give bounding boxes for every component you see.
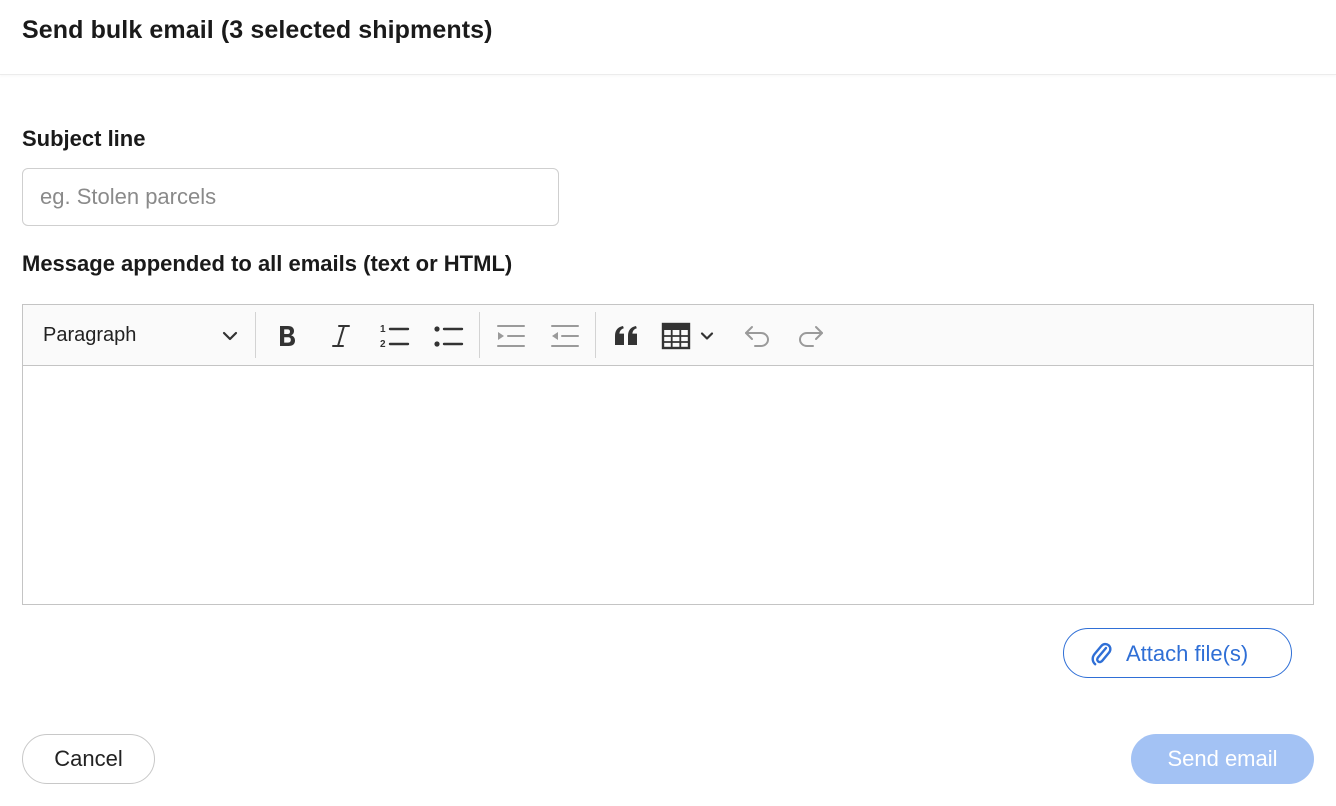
subject-label: Subject line: [22, 126, 146, 151]
table-icon: [661, 322, 691, 350]
increase-indent-button[interactable]: [491, 316, 531, 356]
toolbar-divider: [479, 312, 480, 358]
dialog-header: Send bulk email (3 selected shipments): [0, 0, 1336, 75]
bold-button[interactable]: [267, 316, 307, 356]
chevron-down-icon: [221, 327, 239, 350]
toolbar-divider: [595, 312, 596, 358]
cancel-button[interactable]: Cancel: [22, 734, 155, 784]
rich-text-editor: Paragraph 1 2: [22, 304, 1314, 605]
attach-files-button[interactable]: Attach file(s): [1063, 628, 1292, 678]
svg-text:2: 2: [380, 339, 386, 350]
redo-icon: [797, 324, 825, 348]
blockquote-button[interactable]: [607, 316, 647, 356]
increase-indent-icon: [496, 323, 526, 349]
blockquote-icon: [613, 324, 641, 348]
paperclip-icon: [1090, 641, 1112, 672]
toolbar-divider: [255, 312, 256, 358]
bulleted-list-icon: [434, 322, 464, 350]
italic-icon: [328, 323, 354, 349]
message-label: Message appended to all emails (text or …: [22, 251, 513, 276]
insert-table-button[interactable]: [661, 316, 723, 356]
subject-input[interactable]: [22, 168, 559, 226]
undo-button[interactable]: [737, 316, 777, 356]
editor-content-area[interactable]: [23, 366, 1313, 604]
numbered-list-button[interactable]: 1 2: [375, 316, 415, 356]
attach-files-label: Attach file(s): [1126, 641, 1249, 666]
chevron-down-icon: [699, 328, 715, 344]
decrease-indent-icon: [550, 323, 580, 349]
heading-select[interactable]: Paragraph: [31, 314, 247, 356]
numbered-list-icon: 1 2: [380, 322, 410, 350]
editor-toolbar: Paragraph 1 2: [23, 305, 1313, 366]
heading-select-label: Paragraph: [43, 324, 137, 346]
send-email-button[interactable]: Send email: [1131, 734, 1314, 784]
italic-button[interactable]: [321, 316, 361, 356]
bulleted-list-button[interactable]: [429, 316, 469, 356]
redo-button[interactable]: [791, 316, 831, 356]
bold-icon: [274, 323, 300, 349]
svg-text:1: 1: [380, 324, 386, 335]
dialog-title: Send bulk email (3 selected shipments): [22, 16, 493, 44]
undo-icon: [743, 324, 771, 348]
decrease-indent-button[interactable]: [545, 316, 585, 356]
